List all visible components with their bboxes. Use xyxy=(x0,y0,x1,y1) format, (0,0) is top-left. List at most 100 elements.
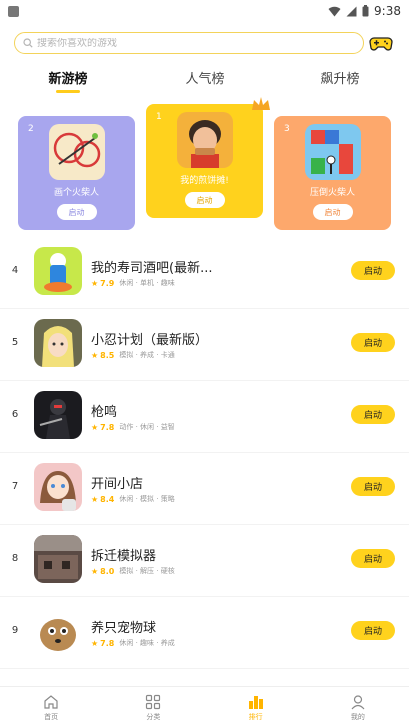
list-item[interactable]: 8 拆迁模拟器 ★ 8.0 模拟 · 解压 · 硬核 启动 xyxy=(0,525,409,597)
launch-button[interactable]: 启动 xyxy=(351,477,395,496)
game-score: 8.5 xyxy=(100,350,115,360)
game-icon xyxy=(34,319,82,367)
game-name: 枪鸣 xyxy=(91,405,118,420)
crown-icon xyxy=(252,97,270,110)
nav-label: 我的 xyxy=(350,712,365,721)
game-name: 小忍计划（最新版） xyxy=(91,333,209,348)
tab-active-indicator xyxy=(56,90,80,93)
game-tags: 休闲 · 单机 · 趣味 xyxy=(119,279,175,287)
game-icon xyxy=(34,607,82,655)
game-name: 我的寿司酒吧(最新... xyxy=(91,261,213,276)
list-item[interactable]: 4 我的寿司酒吧(最新... ★ 7.9 休闲 · 单机 · 趣味 启动 xyxy=(0,237,409,309)
status-bar: 9:38 xyxy=(0,0,409,22)
search-icon xyxy=(23,38,33,48)
rank-number: 8 xyxy=(11,553,19,564)
nav-label: 排行 xyxy=(248,712,263,721)
status-time: 9:38 xyxy=(374,4,401,18)
search-input[interactable] xyxy=(37,37,337,49)
nav-label: 首页 xyxy=(44,712,59,721)
list-item[interactable]: 5 小忍计划（最新版） ★ 8.5 模拟 · 养成 · 卡通 启动 xyxy=(0,309,409,381)
launch-button[interactable]: 启动 xyxy=(351,261,395,280)
podium-card-rank-3[interactable]: 3 压倒火柴人 启动 xyxy=(274,116,391,230)
launch-button[interactable]: 启动 xyxy=(351,549,395,568)
game-name: 我的煎饼摊! xyxy=(180,176,229,186)
notification-icon xyxy=(8,5,19,17)
rank-number: 6 xyxy=(11,409,19,420)
battery-icon xyxy=(362,5,369,17)
star-icon: ★ xyxy=(91,566,99,576)
star-icon: ★ xyxy=(91,278,99,288)
game-meta: ★ 8.5 模拟 · 养成 · 卡通 xyxy=(91,350,175,360)
rank-number: 4 xyxy=(11,265,19,276)
ranking-tabs: 新游榜 人气榜 飙升榜 xyxy=(0,68,409,98)
gamepad-icon[interactable] xyxy=(369,32,393,54)
tab-popular[interactable]: 人气榜 xyxy=(165,68,245,87)
game-icon xyxy=(34,535,82,583)
notification-area xyxy=(8,5,19,17)
nav-ranking[interactable]: 排行 xyxy=(205,687,307,728)
top-three-podium: 2 画个火柴人 启动 1 我的煎饼摊! 启动 3 压倒火柴人 启动 xyxy=(0,97,409,230)
star-icon: ★ xyxy=(91,638,99,648)
launch-button[interactable]: 启动 xyxy=(56,204,97,220)
grid-icon xyxy=(146,694,161,709)
game-icon xyxy=(48,124,105,180)
launch-button[interactable]: 启动 xyxy=(351,405,395,424)
game-icon xyxy=(176,112,233,168)
rank-number: 5 xyxy=(11,337,19,348)
list-item[interactable]: 6 枪鸣 ★ 7.8 动作 · 休闲 · 益智 启动 xyxy=(0,381,409,453)
rank-number: 1 xyxy=(156,112,162,122)
home-icon xyxy=(44,694,58,709)
game-meta: ★ 7.9 休闲 · 单机 · 趣味 xyxy=(91,278,175,288)
list-item[interactable]: 7 开间小店 ★ 8.4 休闲 · 模拟 · 策略 启动 xyxy=(0,453,409,525)
tab-new-games[interactable]: 新游榜 xyxy=(28,68,108,87)
podium-card-rank-2[interactable]: 2 画个火柴人 启动 xyxy=(18,116,135,230)
nav-category[interactable]: 分类 xyxy=(102,687,204,728)
nav-profile[interactable]: 我的 xyxy=(307,687,409,728)
game-tags: 休闲 · 模拟 · 策略 xyxy=(119,495,175,503)
launch-button[interactable]: 启动 xyxy=(184,192,225,208)
launch-button[interactable]: 启动 xyxy=(351,621,395,640)
game-name: 压倒火柴人 xyxy=(309,188,355,198)
game-name: 画个火柴人 xyxy=(53,188,99,198)
game-meta: ★ 8.0 模拟 · 解压 · 硬核 xyxy=(91,566,175,576)
star-icon: ★ xyxy=(91,494,99,504)
game-tags: 模拟 · 养成 · 卡通 xyxy=(119,351,175,359)
search-bar[interactable] xyxy=(14,32,364,54)
game-name: 开间小店 xyxy=(91,477,144,492)
launch-button[interactable]: 启动 xyxy=(312,204,353,220)
game-score: 7.8 xyxy=(100,422,115,432)
status-indicators: 9:38 xyxy=(328,4,401,18)
search-row xyxy=(14,32,395,54)
list-item[interactable]: 9 养只宠物球 ★ 7.8 休闲 · 趣味 · 养成 启动 xyxy=(0,597,409,669)
game-ranking-list: 4 我的寿司酒吧(最新... ★ 7.9 休闲 · 单机 · 趣味 启动 5 小忍计… xyxy=(0,237,409,669)
launch-button[interactable]: 启动 xyxy=(351,333,395,352)
podium-card-rank-1[interactable]: 1 我的煎饼摊! 启动 xyxy=(146,97,270,218)
game-name: 养只宠物球 xyxy=(91,621,157,636)
game-icon xyxy=(34,463,82,511)
bottom-navigation: 首页 分类 排行 我的 xyxy=(0,686,409,728)
rank-number: 7 xyxy=(11,481,19,492)
game-name: 拆迁模拟器 xyxy=(91,549,157,564)
game-tags: 休闲 · 趣味 · 养成 xyxy=(119,639,175,647)
game-score: 7.8 xyxy=(100,638,115,648)
tab-rising[interactable]: 飙升榜 xyxy=(300,68,380,87)
game-tags: 动作 · 休闲 · 益智 xyxy=(119,423,175,431)
game-meta: ★ 8.4 休闲 · 模拟 · 策略 xyxy=(91,494,175,504)
rank-number: 9 xyxy=(11,625,19,636)
nav-home[interactable]: 首页 xyxy=(0,687,102,728)
signal-icon xyxy=(346,6,357,16)
ranking-icon xyxy=(248,695,263,709)
rank-number: 3 xyxy=(284,124,290,134)
game-score: 8.0 xyxy=(100,566,115,576)
user-icon xyxy=(351,694,365,709)
game-tags: 模拟 · 解压 · 硬核 xyxy=(119,567,175,575)
game-icon xyxy=(34,391,82,439)
game-score: 7.9 xyxy=(100,278,115,288)
star-icon: ★ xyxy=(91,350,99,360)
game-meta: ★ 7.8 动作 · 休闲 · 益智 xyxy=(91,422,175,432)
game-meta: ★ 7.8 休闲 · 趣味 · 养成 xyxy=(91,638,175,648)
game-score: 8.4 xyxy=(100,494,115,504)
game-icon xyxy=(304,124,361,180)
nav-label: 分类 xyxy=(146,712,161,721)
game-icon xyxy=(34,247,82,295)
